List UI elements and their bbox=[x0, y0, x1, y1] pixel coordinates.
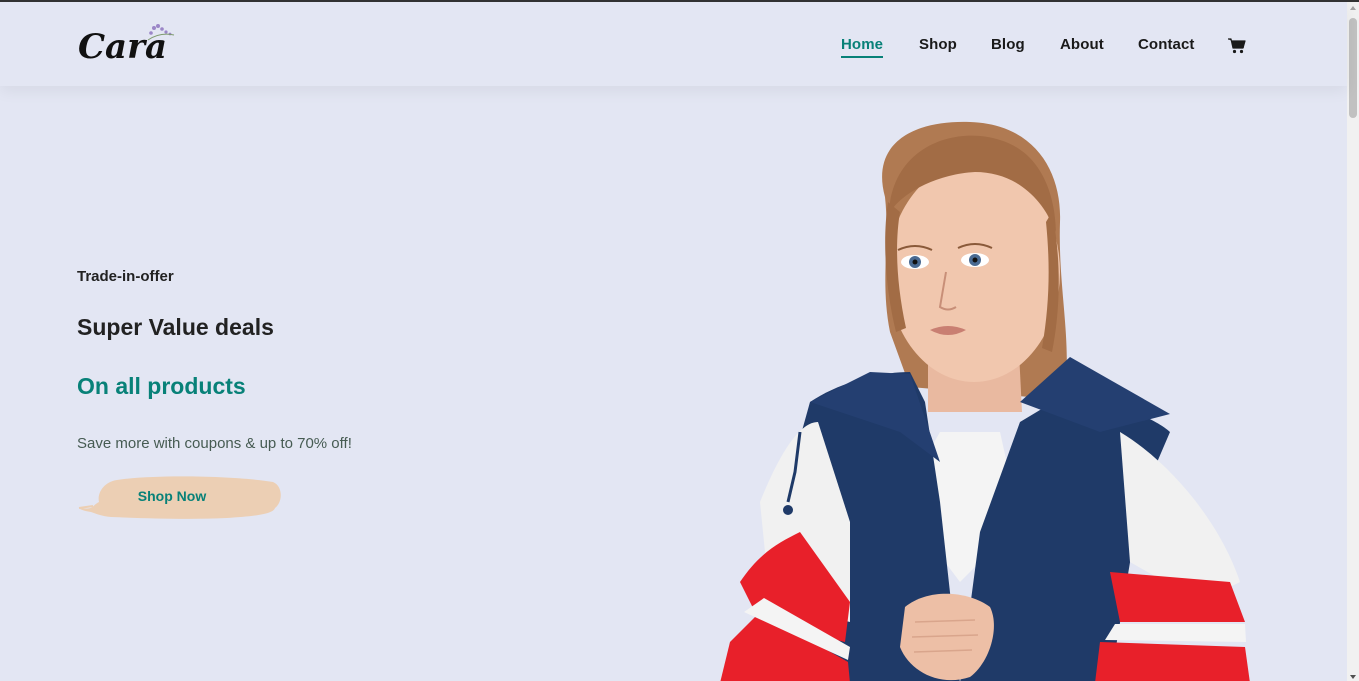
shop-now-button[interactable]: Shop Now bbox=[77, 472, 283, 522]
site-header: Cara Home Shop Blog About Contact bbox=[0, 2, 1347, 86]
scrollbar-thumb[interactable] bbox=[1349, 18, 1357, 118]
scrollbar[interactable] bbox=[1347, 2, 1359, 681]
main-nav: Home Shop Blog About Contact bbox=[0, 2, 1347, 86]
hero-eyebrow: Trade-in-offer bbox=[77, 268, 174, 285]
cart-icon[interactable] bbox=[1228, 38, 1246, 54]
shop-now-label: Shop Now bbox=[137, 488, 207, 504]
scroll-up-arrow-icon[interactable] bbox=[1350, 6, 1356, 10]
hero-model-image bbox=[720, 121, 1250, 681]
nav-shop[interactable]: Shop bbox=[919, 36, 957, 53]
hero-description: Save more with coupons & up to 70% off! bbox=[77, 435, 352, 452]
hero-subtitle: On all products bbox=[77, 373, 246, 399]
nav-about[interactable]: About bbox=[1060, 36, 1104, 53]
nav-blog[interactable]: Blog bbox=[991, 36, 1025, 53]
hero-title: Super Value deals bbox=[77, 314, 274, 340]
nav-home[interactable]: Home bbox=[841, 36, 884, 58]
nav-contact[interactable]: Contact bbox=[1138, 36, 1195, 53]
scroll-down-arrow-icon[interactable] bbox=[1350, 675, 1356, 679]
